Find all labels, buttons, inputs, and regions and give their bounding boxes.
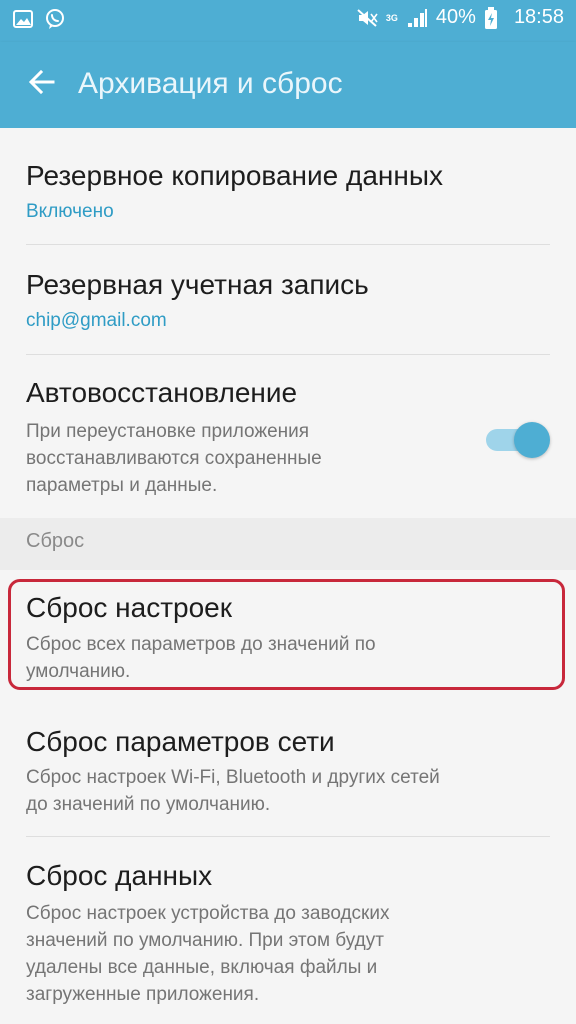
mute-icon: [356, 7, 378, 29]
item-title: Автовосстановление: [26, 377, 298, 408]
section-header-reset: Сброс: [0, 518, 576, 570]
status-bar: 3G 40% 18:58: [0, 0, 576, 42]
item-title: Сброс данных: [26, 860, 213, 891]
back-button[interactable]: [22, 64, 62, 104]
item-subtitle-line: значений по умолчанию. При этом будут: [26, 930, 384, 951]
item-title: Резервная учетная запись: [26, 269, 369, 300]
arrow-back-icon: [27, 67, 57, 101]
item-title: Сброс параметров сети: [26, 726, 335, 757]
item-subtitle-line: до значений по умолчанию.: [26, 794, 271, 815]
section-label: Сброс: [26, 530, 85, 552]
auto-restore-toggle[interactable]: [484, 420, 550, 460]
item-subtitle-line: Сброс настроек Wi-Fi, Bluetooth и других…: [26, 767, 440, 788]
item-subtitle: Включено: [26, 201, 114, 222]
settings-list: Резервное копирование данных Включено Ре…: [0, 128, 576, 1024]
list-item-backup-data[interactable]: Резервное копирование данных Включено: [0, 128, 576, 245]
list-item-reset-network[interactable]: Сброс параметров сети Сброс настроек Wi-…: [0, 706, 576, 836]
item-subtitle-line: загруженные приложения.: [26, 984, 260, 1005]
viber-icon: [44, 8, 66, 30]
battery-percent: 40%: [435, 6, 476, 28]
clock: 18:58: [513, 6, 564, 28]
signal-icon: [406, 7, 428, 29]
list-item-factory-reset[interactable]: Сброс данных Сброс настроек устройства д…: [0, 837, 576, 1024]
item-subtitle: chip@gmail.com: [26, 310, 167, 331]
item-subtitle-line: удалены все данные, включая файлы и: [26, 957, 378, 978]
list-item-backup-account[interactable]: Резервная учетная запись chip@gmail.com: [0, 245, 576, 354]
highlight-frame: [8, 579, 565, 690]
item-title: Резервное копирование данных: [26, 160, 443, 191]
app-bar: Архивация и сброс: [0, 42, 576, 128]
item-subtitle-line: При переустановке приложения: [26, 421, 310, 442]
gallery-icon: [12, 8, 34, 30]
item-subtitle-line: восстанавливаются сохраненные: [26, 448, 322, 469]
status-notifications: [12, 8, 66, 30]
page-title: Архивация и сброс: [78, 67, 343, 100]
toggle-thumb: [514, 422, 550, 458]
item-subtitle-line: параметры и данные.: [26, 475, 218, 496]
status-system: 3G 40% 18:58: [356, 6, 564, 29]
item-subtitle-line: Сброс настроек устройства до заводских: [26, 903, 390, 924]
network-type: 3G: [385, 12, 398, 23]
battery-charging-icon: [484, 6, 506, 29]
